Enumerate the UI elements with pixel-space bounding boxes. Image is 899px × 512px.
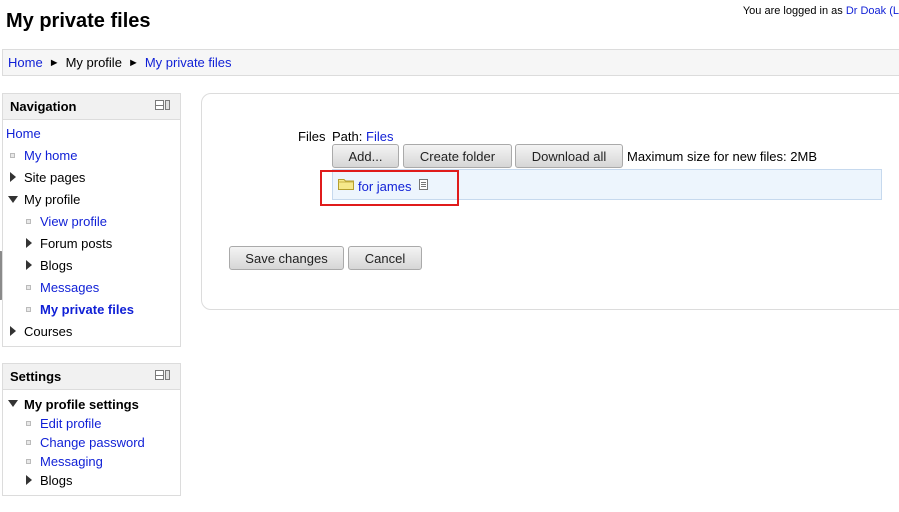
settings-change-password[interactable]: Change password — [40, 435, 145, 450]
nav-home[interactable]: Home — [6, 126, 41, 141]
nav-blogs[interactable]: Blogs — [40, 258, 73, 273]
bullet-icon — [26, 459, 31, 464]
collapse-icon[interactable] — [155, 370, 164, 380]
block-controls[interactable] — [155, 370, 170, 380]
max-size-note: Maximum size for new files: 2MB — [627, 149, 817, 164]
bullet-icon — [26, 285, 31, 290]
breadcrumb-home[interactable]: Home — [8, 55, 43, 70]
download-all-button[interactable]: Download all — [515, 144, 623, 168]
bullet-icon — [26, 219, 31, 224]
expand-arrow-icon[interactable] — [26, 475, 32, 485]
block-controls[interactable] — [155, 100, 170, 110]
bullet-icon — [26, 307, 31, 312]
navigation-block-title: Navigation — [10, 99, 77, 114]
nav-forum-posts[interactable]: Forum posts — [40, 236, 112, 251]
navigation-block-header: Navigation — [3, 94, 180, 120]
bullet-icon — [10, 153, 15, 158]
files-form-container — [201, 93, 899, 310]
login-prefix: You are logged in as — [742, 5, 846, 17]
breadcrumb-separator: ► — [127, 56, 139, 69]
save-changes-button[interactable]: Save changes — [229, 246, 344, 270]
breadcrumb-my-profile: My profile — [65, 55, 122, 70]
breadcrumb-my-private-files[interactable]: My private files — [145, 55, 232, 70]
settings-block-header: Settings — [3, 364, 180, 390]
page-title: My private files — [6, 10, 151, 32]
cancel-button[interactable]: Cancel — [348, 246, 422, 270]
files-label: Files — [298, 129, 326, 144]
bullet-icon — [26, 440, 31, 445]
collapse-arrow-icon[interactable] — [8, 400, 18, 407]
logout-link[interactable]: (L — [889, 5, 899, 17]
nav-courses[interactable]: Courses — [24, 324, 72, 339]
login-info: You are logged in as Dr Doak (L — [743, 5, 899, 17]
path-files-link[interactable]: Files — [366, 129, 393, 144]
collapse-icon[interactable] — [155, 100, 164, 110]
dock-icon[interactable] — [165, 100, 170, 110]
nav-site-pages[interactable]: Site pages — [24, 170, 85, 185]
nav-my-private-files[interactable]: My private files — [40, 302, 134, 317]
annotation-highlight — [320, 170, 459, 206]
settings-my-profile-settings[interactable]: My profile settings — [24, 397, 139, 412]
expand-arrow-icon[interactable] — [10, 172, 16, 182]
nav-my-profile[interactable]: My profile — [24, 192, 80, 207]
settings-blogs[interactable]: Blogs — [40, 473, 73, 488]
settings-block: Settings My profile settings Edit profil… — [2, 363, 181, 496]
create-folder-button[interactable]: Create folder — [403, 144, 512, 168]
dock-icon[interactable] — [165, 370, 170, 380]
nav-my-home[interactable]: My home — [24, 148, 77, 163]
add-file-button[interactable]: Add... — [332, 144, 399, 168]
expand-arrow-icon[interactable] — [26, 260, 32, 270]
breadcrumb: Home ► My profile ► My private files — [2, 49, 899, 76]
nav-view-profile[interactable]: View profile — [40, 214, 107, 229]
bullet-icon — [26, 421, 31, 426]
navigation-block: Navigation Home My home Site pages My pr… — [2, 93, 181, 347]
user-link[interactable]: Dr Doak — [846, 5, 886, 17]
expand-arrow-icon[interactable] — [26, 238, 32, 248]
expand-arrow-icon[interactable] — [10, 326, 16, 336]
nav-messages[interactable]: Messages — [40, 280, 99, 295]
path-label: Path: — [332, 129, 363, 144]
breadcrumb-separator: ► — [48, 56, 60, 69]
collapse-arrow-icon[interactable] — [8, 196, 18, 203]
settings-messaging[interactable]: Messaging — [40, 454, 103, 469]
settings-block-title: Settings — [10, 369, 62, 384]
settings-edit-profile[interactable]: Edit profile — [40, 416, 101, 431]
